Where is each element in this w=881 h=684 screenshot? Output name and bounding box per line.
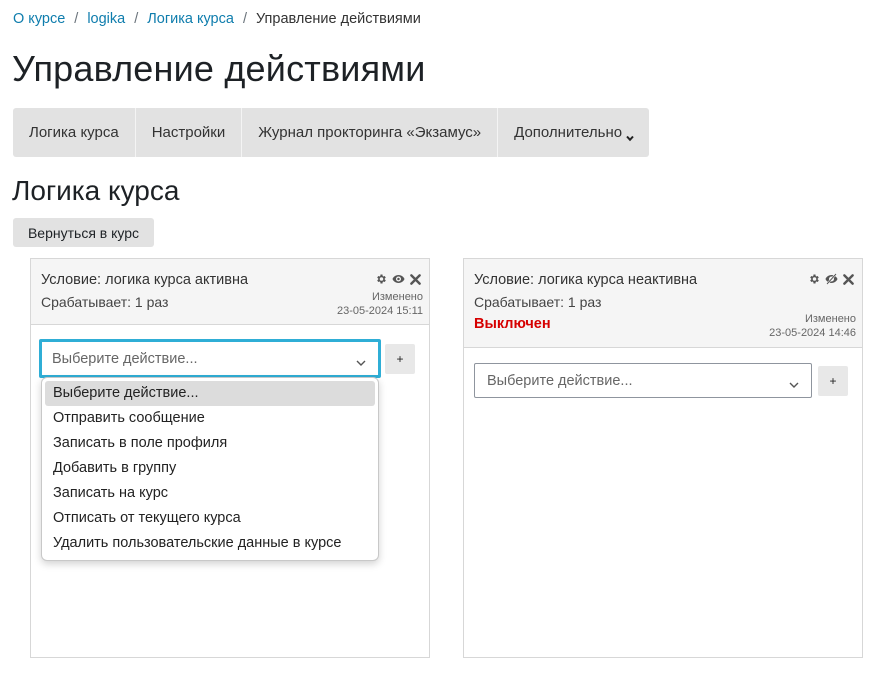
- chevron-down-icon: [356, 355, 366, 371]
- back-to-course-button[interactable]: Вернуться в курс: [13, 218, 154, 247]
- select-value: Выберите действие...: [487, 372, 633, 389]
- changed-info: Изменено 23-05-2024 15:11: [337, 290, 423, 318]
- breadcrumb-separator: /: [242, 11, 247, 27]
- tab-more[interactable]: Дополнительно: [498, 108, 649, 157]
- action-card-inactive: Условие: логика курса неактивна Срабатыв…: [463, 258, 863, 658]
- gear-icon[interactable]: [808, 273, 820, 285]
- breadcrumb-link-course[interactable]: О курсе: [13, 11, 65, 27]
- card-header: Условие: логика курса активна Срабатывае…: [31, 259, 429, 325]
- changed-label: Изменено: [804, 313, 856, 325]
- changed-label: Изменено: [371, 291, 423, 303]
- dropdown-option[interactable]: Записать на курс: [45, 481, 375, 506]
- fires-text: Срабатывает: 1 раз: [41, 294, 169, 310]
- action-dropdown-list: Выберите действие... Отправить сообщение…: [41, 377, 379, 561]
- tab-course-logic[interactable]: Логика курса: [13, 108, 136, 157]
- close-icon[interactable]: [843, 273, 854, 285]
- dropdown-option[interactable]: Записать в поле профиля: [45, 431, 375, 456]
- changed-date: 23-05-2024 14:46: [769, 327, 856, 339]
- changed-date: 23-05-2024 15:11: [336, 305, 423, 317]
- breadcrumb: О курсе / logika / Логика курса / Управл…: [13, 11, 421, 27]
- breadcrumb-current: Управление действиями: [255, 11, 421, 27]
- action-select[interactable]: Выберите действие...: [474, 363, 812, 398]
- add-action-button[interactable]: +: [385, 344, 415, 374]
- card-actions: [375, 273, 421, 285]
- condition-text: Условие: логика курса активна: [41, 272, 249, 288]
- tab-label: Журнал прокторинга «Экзамус»: [258, 124, 482, 141]
- eye-slash-icon[interactable]: [825, 273, 838, 285]
- breadcrumb-separator: /: [74, 11, 79, 27]
- action-select[interactable]: Выберите действие...: [39, 339, 381, 378]
- page-title: Управление действиями: [12, 48, 426, 89]
- tab-label: Дополнительно: [514, 124, 623, 141]
- select-value: Выберите действие...: [52, 350, 198, 367]
- tab-settings[interactable]: Настройки: [136, 108, 243, 157]
- dropdown-option[interactable]: Добавить в группу: [45, 456, 375, 481]
- fires-text: Срабатывает: 1 раз: [474, 294, 602, 310]
- breadcrumb-separator: /: [134, 11, 139, 27]
- dropdown-option[interactable]: Отписать от текущего курса: [45, 506, 375, 531]
- tab-proctoring-log[interactable]: Журнал прокторинга «Экзамус»: [242, 108, 499, 157]
- chevron-down-icon: [626, 129, 634, 142]
- add-action-button[interactable]: +: [818, 366, 848, 396]
- breadcrumb-link-logika[interactable]: logika: [87, 11, 125, 27]
- eye-icon[interactable]: [392, 274, 405, 284]
- condition-text: Условие: логика курса неактивна: [474, 272, 698, 288]
- chevron-down-icon: [789, 377, 799, 393]
- changed-info: Изменено 23-05-2024 14:46: [769, 312, 856, 340]
- breadcrumb-link-course-logic[interactable]: Логика курса: [147, 11, 234, 27]
- tab-label: Настройки: [151, 124, 226, 141]
- card-header: Условие: логика курса неактивна Срабатыв…: [464, 259, 862, 348]
- secondary-nav: Логика курса Настройки Журнал прокторинг…: [13, 108, 650, 157]
- close-icon[interactable]: [410, 273, 421, 285]
- dropdown-option[interactable]: Отправить сообщение: [45, 406, 375, 431]
- section-title: Логика курса: [12, 175, 180, 206]
- gear-icon[interactable]: [375, 273, 387, 285]
- tab-label: Логика курса: [29, 124, 119, 141]
- card-actions: [808, 273, 854, 285]
- status-badge: Выключен: [474, 316, 551, 332]
- dropdown-option[interactable]: Выберите действие...: [45, 381, 375, 406]
- dropdown-option[interactable]: Удалить пользовательские данные в курсе: [45, 531, 375, 556]
